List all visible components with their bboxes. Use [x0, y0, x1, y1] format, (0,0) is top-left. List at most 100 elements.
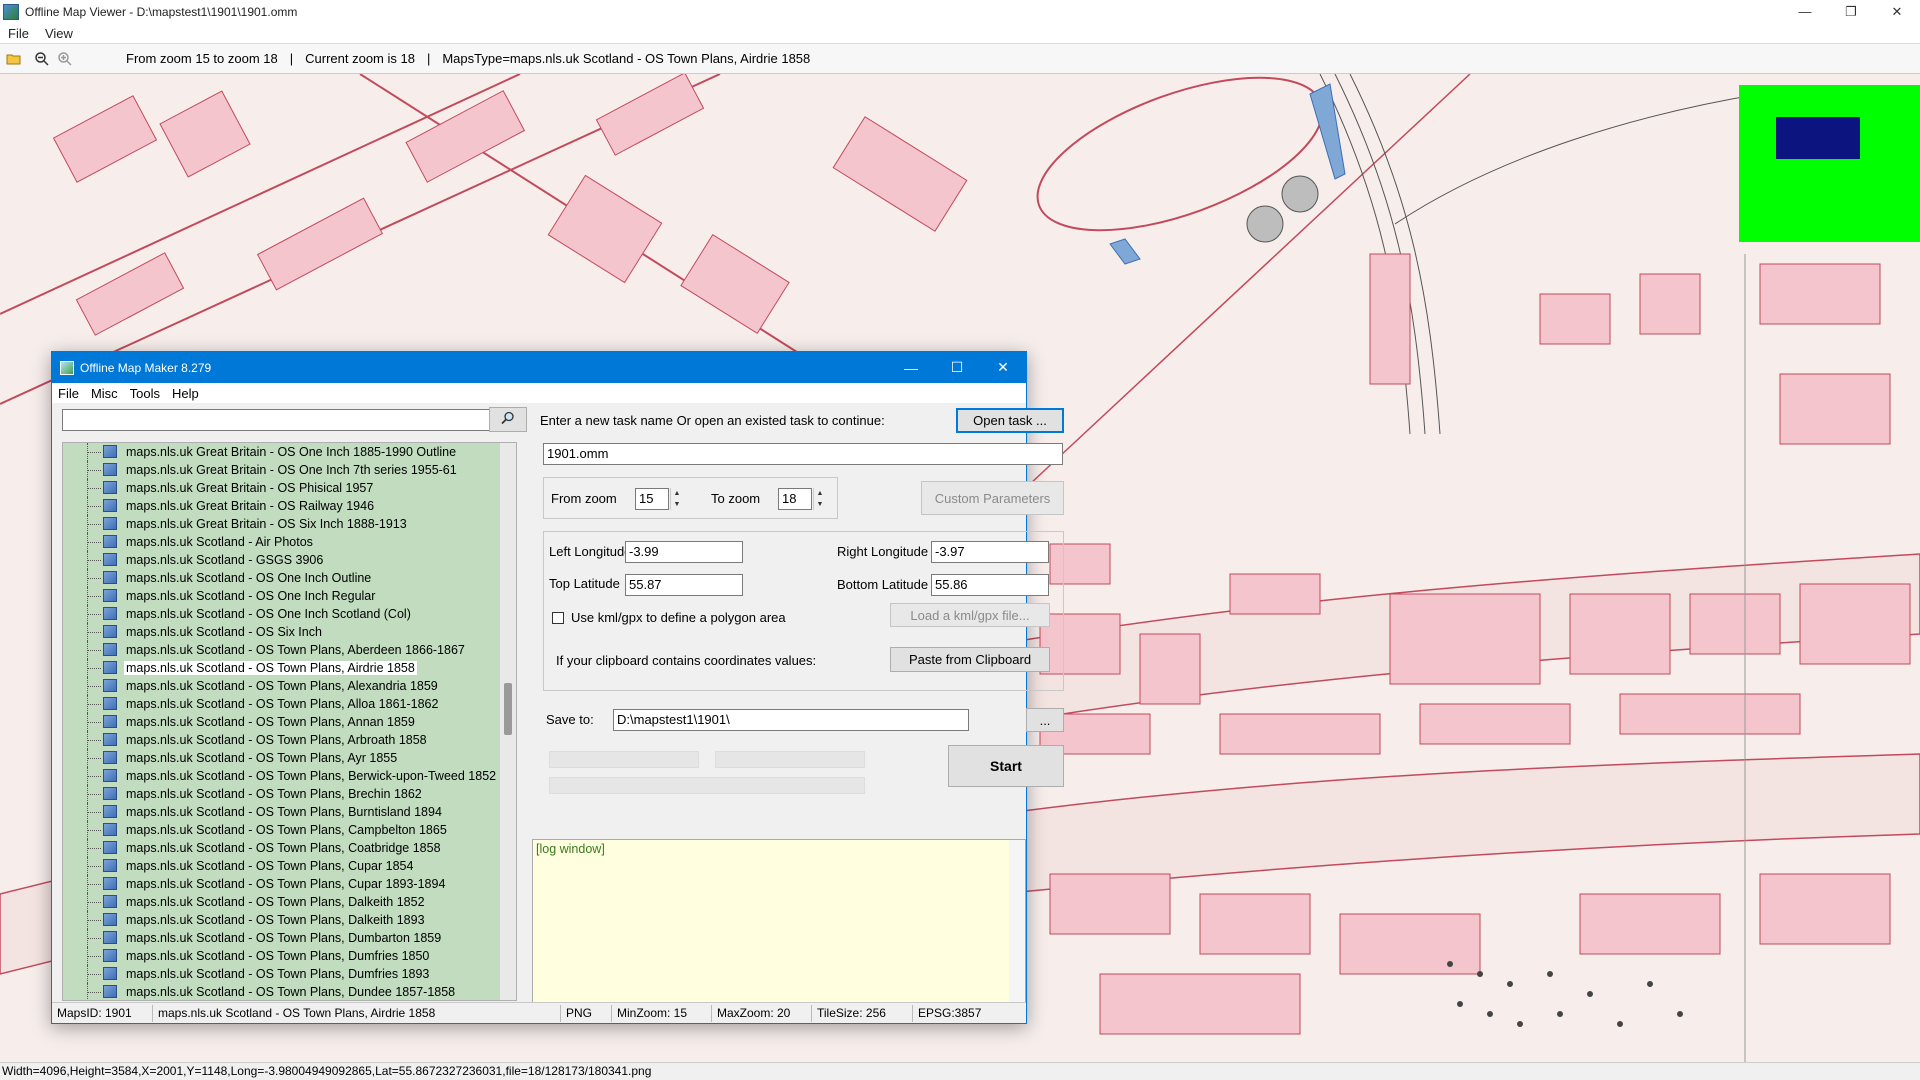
open-task-button[interactable]: Open task ...	[956, 408, 1064, 433]
tree-item-label: maps.nls.uk Scotland - OS One Inch Regul…	[126, 589, 376, 603]
log-window[interactable]: [log window]	[532, 839, 1026, 1003]
tree-item[interactable]: maps.nls.uk Scotland - OS One Inch Regul…	[63, 587, 516, 605]
menu-file[interactable]: File	[0, 26, 37, 41]
right-longitude-label: Right Longitude	[837, 544, 929, 559]
separator: |	[426, 51, 431, 66]
right-longitude-input[interactable]: -3.97	[931, 541, 1049, 563]
dialog-menu-help[interactable]: Help	[166, 386, 205, 401]
tree-item[interactable]: maps.nls.uk Scotland - OS Town Plans, Cu…	[63, 875, 516, 893]
overview-minimap[interactable]	[1739, 85, 1920, 242]
map-tile-icon	[103, 679, 117, 692]
dialog-menu-misc[interactable]: Misc	[85, 386, 124, 401]
close-button[interactable]: ✕	[1874, 0, 1920, 23]
browse-folder-button[interactable]: ...	[1026, 708, 1064, 732]
map-maker-dialog: Offline Map Maker 8.279 — ☐ ✕ File Misc …	[51, 351, 1064, 1024]
map-tile-icon	[103, 625, 117, 638]
restore-button[interactable]: ❐	[1828, 0, 1874, 23]
window-controls: — ❐ ✕	[1782, 0, 1920, 23]
dialog-maximize-button[interactable]: ☐	[934, 352, 980, 383]
use-kml-checkbox[interactable]	[552, 612, 564, 624]
tree-item-label: maps.nls.uk Scotland - OS One Inch Scotl…	[126, 607, 411, 621]
from-zoom-label: From zoom	[551, 491, 617, 506]
tree-item[interactable]: maps.nls.uk Scotland - OS Town Plans, Ca…	[63, 821, 516, 839]
tree-item[interactable]: maps.nls.uk Scotland - OS Town Plans, Al…	[63, 695, 516, 713]
to-zoom-spinner[interactable]: ▲ ▼	[813, 488, 826, 510]
log-scrollbar[interactable]	[1009, 840, 1025, 1002]
tree-item[interactable]: maps.nls.uk Scotland - OS Town Plans, Ar…	[63, 731, 516, 749]
dialog-menu-file[interactable]: File	[52, 386, 85, 401]
status-format: PNG	[561, 1004, 612, 1022]
tree-item[interactable]: maps.nls.uk Great Britain - OS Six Inch …	[63, 515, 516, 533]
load-kml-button[interactable]: Load a kml/gpx file...	[890, 603, 1050, 627]
from-zoom-input[interactable]: 15	[635, 488, 669, 510]
progress-bar-1	[549, 751, 699, 768]
open-folder-icon[interactable]	[5, 50, 23, 68]
map-maker-icon	[60, 360, 74, 375]
tree-item-label: maps.nls.uk Scotland - OS Town Plans, Co…	[126, 841, 441, 855]
left-longitude-input[interactable]: -3.99	[625, 541, 743, 563]
tree-item[interactable]: maps.nls.uk Scotland - OS Town Plans, Du…	[63, 965, 516, 983]
tree-item[interactable]: maps.nls.uk Great Britain - OS One Inch …	[63, 443, 516, 461]
dialog-titlebar: Offline Map Maker 8.279 — ☐ ✕	[52, 352, 1026, 383]
tree-item[interactable]: maps.nls.uk Great Britain - OS Phisical …	[63, 479, 516, 497]
to-zoom-input[interactable]: 18	[778, 488, 812, 510]
tree-item[interactable]: maps.nls.uk Scotland - OS Town Plans, Co…	[63, 839, 516, 857]
map-tile-icon	[103, 571, 117, 584]
from-zoom-spinner[interactable]: ▲ ▼	[670, 488, 683, 510]
tree-item[interactable]: maps.nls.uk Scotland - OS Town Plans, Da…	[63, 911, 516, 929]
menu-view[interactable]: View	[37, 26, 81, 41]
map-search-input[interactable]	[62, 409, 491, 431]
tree-item[interactable]: maps.nls.uk Scotland - OS Town Plans, Ay…	[63, 749, 516, 767]
top-latitude-input[interactable]: 55.87	[625, 574, 743, 596]
tree-item[interactable]: maps.nls.uk Scotland - OS Town Plans, Cu…	[63, 857, 516, 875]
dialog-menu-tools[interactable]: Tools	[124, 386, 166, 401]
tree-item-label: maps.nls.uk Scotland - Air Photos	[126, 535, 313, 549]
tree-item[interactable]: maps.nls.uk Scotland - OS Town Plans, Ai…	[63, 659, 516, 677]
map-tile-icon	[103, 445, 117, 458]
tree-item[interactable]: maps.nls.uk Scotland - OS Town Plans, Du…	[63, 983, 516, 1000]
overview-viewport[interactable]	[1776, 117, 1860, 159]
map-tile-icon	[103, 643, 117, 656]
zoom-in-icon[interactable]	[56, 50, 74, 68]
zoom-out-icon[interactable]	[33, 50, 51, 68]
tree-item[interactable]: maps.nls.uk Scotland - GSGS 3906	[63, 551, 516, 569]
tree-item[interactable]: maps.nls.uk Scotland - OS Town Plans, An…	[63, 713, 516, 731]
main-toolbar: From zoom 15 to zoom 18 | Current zoom i…	[0, 43, 1920, 74]
map-tile-icon	[103, 859, 117, 872]
tree-item[interactable]: maps.nls.uk Scotland - OS Town Plans, Bu…	[63, 803, 516, 821]
tree-item[interactable]: maps.nls.uk Scotland - OS Town Plans, Ab…	[63, 641, 516, 659]
save-to-input[interactable]: D:\mapstest1\1901\	[613, 709, 969, 731]
tree-item[interactable]: maps.nls.uk Scotland - OS Town Plans, Br…	[63, 785, 516, 803]
search-button[interactable]	[489, 407, 527, 432]
bottom-latitude-input[interactable]: 55.86	[931, 574, 1049, 596]
map-tile-icon	[103, 733, 117, 746]
dialog-close-button[interactable]: ✕	[980, 352, 1026, 383]
custom-parameters-button[interactable]: Custom Parameters	[921, 481, 1064, 515]
tree-item[interactable]: maps.nls.uk Scotland - OS Town Plans, Du…	[63, 947, 516, 965]
task-name-input[interactable]: 1901.omm	[543, 443, 1063, 465]
tree-item[interactable]: maps.nls.uk Scotland - OS Six Inch	[63, 623, 516, 641]
dialog-minimize-button[interactable]: —	[888, 352, 934, 383]
tree-item[interactable]: maps.nls.uk Great Britain - OS One Inch …	[63, 461, 516, 479]
start-button[interactable]: Start	[948, 745, 1064, 787]
tree-item[interactable]: maps.nls.uk Scotland - OS One Inch Scotl…	[63, 605, 516, 623]
dialog-statusbar: MapsID: 1901 maps.nls.uk Scotland - OS T…	[52, 1002, 1026, 1023]
tree-item[interactable]: maps.nls.uk Scotland - OS Town Plans, Du…	[63, 929, 516, 947]
top-latitude-label: Top Latitude	[549, 576, 620, 591]
tree-item[interactable]: maps.nls.uk Scotland - OS Town Plans, Da…	[63, 893, 516, 911]
map-tile-icon	[103, 931, 117, 944]
tree-item[interactable]: maps.nls.uk Scotland - OS Town Plans, Be…	[63, 767, 516, 785]
minimize-button[interactable]: —	[1782, 0, 1828, 23]
task-settings-pane: Enter a new task name Or open an existed…	[532, 403, 1064, 1004]
tree-item[interactable]: maps.nls.uk Great Britain - OS Railway 1…	[63, 497, 516, 515]
tree-item[interactable]: maps.nls.uk Scotland - OS One Inch Outli…	[63, 569, 516, 587]
tree-item[interactable]: maps.nls.uk Scotland - OS Town Plans, Al…	[63, 677, 516, 695]
tree-item-label: maps.nls.uk Great Britain - OS One Inch …	[126, 445, 457, 459]
dialog-title: Offline Map Maker 8.279	[80, 360, 212, 375]
map-type-tree[interactable]: maps.nls.uk Great Britain - OS One Inch …	[62, 442, 517, 1001]
tree-item-label: maps.nls.uk Great Britain - OS Railway 1…	[126, 499, 375, 513]
paste-clipboard-button[interactable]: Paste from Clipboard	[890, 647, 1050, 672]
tree-item[interactable]: maps.nls.uk Scotland - Air Photos	[63, 533, 516, 551]
map-info: From zoom 15 to zoom 18 | Current zoom i…	[126, 51, 810, 66]
tree-item-label: maps.nls.uk Scotland - OS Town Plans, Al…	[126, 697, 439, 711]
